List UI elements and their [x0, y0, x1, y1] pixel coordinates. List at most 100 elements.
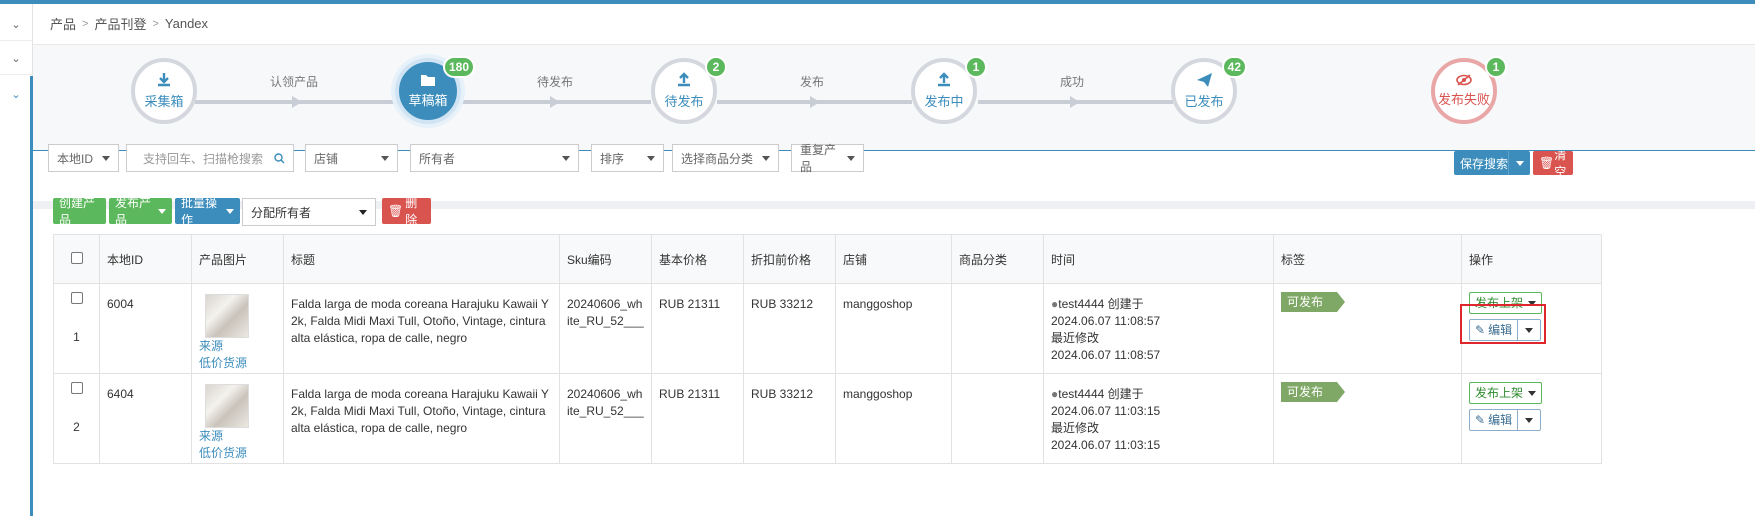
breadcrumb-item[interactable]: 产品刊登 [94, 14, 146, 33]
assign-owner-select[interactable]: 分配所有者 [242, 198, 376, 226]
select-value: 重复产品 [800, 143, 837, 174]
stage-label: 采集箱 [144, 94, 184, 109]
row-index: 2 [73, 420, 80, 434]
stage-drafts[interactable]: 草稿箱 180 [395, 56, 475, 124]
publish-product-button[interactable]: 发布产品 [109, 196, 172, 227]
title-cell: Falda larga de moda coreana Harajuku Kaw… [283, 373, 560, 464]
edit-icon: ✎ [1475, 412, 1486, 427]
modified-time: 2024.06.07 11:08:57 [1051, 348, 1161, 362]
chevron-down-icon[interactable]: ⌄ [8, 86, 24, 102]
modified-label: 最近修改 [1051, 331, 1100, 345]
breadcrumb-item: Yandex [164, 16, 209, 31]
count-badge: 1 [1485, 56, 1507, 78]
shop-select[interactable]: 店铺 [305, 144, 398, 172]
creator-text: test4444 创建于 [1058, 297, 1144, 311]
publish-listing-button[interactable]: 发布上架 [1469, 382, 1543, 404]
base-price-cell: RUB 21311 [651, 283, 744, 374]
chevron-down-icon[interactable]: ⌄ [8, 50, 24, 66]
column-header: 标题 [283, 234, 560, 284]
stage-label: 草稿箱 [408, 93, 448, 108]
trash-icon: 🗑 [1539, 156, 1555, 170]
tag-cell: 可发布 [1273, 373, 1462, 464]
category-cell [951, 283, 1044, 374]
created-time: 2024.06.07 11:03:15 [1051, 404, 1161, 418]
stage-publishing[interactable]: 发布中 1 [911, 56, 987, 124]
search-icon[interactable] [274, 153, 285, 164]
low-price-source-link[interactable]: 低价货源 [199, 355, 276, 372]
clear-button[interactable]: 🗑 清空 [1533, 151, 1573, 175]
product-table: 本地ID 产品图片 标题 Sku编码 基本价格 折扣前价格 店铺 商品分类 时间… [53, 234, 1602, 464]
row-checkbox[interactable] [70, 382, 83, 394]
category-select[interactable]: 选择商品分类 [672, 144, 779, 172]
table-header-row: 本地ID 产品图片 标题 Sku编码 基本价格 折扣前价格 店铺 商品分类 时间… [53, 234, 1602, 284]
button-label: 删除 [405, 196, 418, 227]
chevron-down-icon[interactable]: ⌄ [8, 16, 24, 32]
select-all-checkbox[interactable] [70, 251, 83, 264]
stage-publish-failed[interactable]: 发布失败 1 [1431, 56, 1507, 124]
top-accent-bar [0, 0, 1755, 4]
search-placeholder: 支持回车、扫描枪搜索 [143, 151, 264, 166]
caret-down-icon[interactable] [1508, 151, 1530, 175]
upload-icon [938, 72, 950, 87]
stage-label: 已发布 [1184, 94, 1224, 109]
arrow-right-icon [550, 96, 560, 108]
pre-discount-price-cell: RUB 33212 [743, 373, 836, 464]
row-checkbox[interactable] [70, 292, 83, 304]
button-label: 发布上架 [1475, 385, 1524, 400]
sku-cell: 20240606_white_RU_52___ [559, 283, 652, 374]
stage-collection-box[interactable]: 采集箱 [131, 58, 197, 124]
select-value: 分配所有者 [251, 205, 312, 220]
column-header: 操作 [1461, 234, 1602, 284]
caret-down-icon[interactable] [1518, 410, 1540, 430]
time-cell: ●test4444 创建于 2024.06.07 11:08:57 最近修改 2… [1043, 283, 1274, 374]
sku-cell: 20240606_white_RU_52___ [559, 373, 652, 464]
breadcrumb: 产品 > 产品刊登 > Yandex [50, 14, 208, 33]
breadcrumb-item[interactable]: 产品 [50, 14, 76, 33]
button-label: 保存搜索 [1460, 156, 1509, 171]
pipeline-transition-label: 成功 [1060, 75, 1085, 89]
duplicate-products-select[interactable]: 重复产品 [791, 143, 864, 174]
local-id-select[interactable]: 本地ID [48, 144, 119, 172]
download-icon [158, 73, 170, 87]
shop-cell: manggoshop [835, 373, 952, 464]
owner-select[interactable]: 所有者 [410, 144, 579, 172]
stage-published[interactable]: 已发布 42 [1171, 56, 1247, 124]
arrow-right-icon [292, 96, 302, 108]
local-id-cell: 6004 [99, 283, 192, 374]
image-cell: 来源 低价货源 [191, 373, 284, 464]
highlight-box [1460, 304, 1546, 344]
pre-discount-price-cell: RUB 33212 [743, 283, 836, 374]
stage-pending-publish[interactable]: 待发布 2 [651, 56, 727, 124]
category-cell [951, 373, 1044, 464]
column-header: 本地ID [99, 234, 192, 284]
product-thumbnail[interactable] [205, 294, 249, 338]
status-tag: 可发布 [1281, 382, 1346, 402]
base-price-cell: RUB 21311 [651, 373, 744, 464]
created-time: 2024.06.07 11:08:57 [1051, 314, 1161, 328]
create-product-button[interactable]: 创建产品 [53, 196, 106, 227]
source-link[interactable]: 来源 [199, 338, 276, 355]
column-header: 时间 [1043, 234, 1274, 284]
column-header: 产品图片 [191, 234, 284, 284]
save-search-button[interactable]: 保存搜索 [1454, 151, 1530, 175]
title-cell: Falda larga de moda coreana Harajuku Kaw… [283, 283, 560, 374]
select-value: 选择商品分类 [681, 151, 754, 166]
batch-operations-button[interactable]: 批量操作 [175, 196, 240, 227]
select-value: 排序 [600, 151, 625, 166]
sidebar-divider [0, 40, 32, 41]
low-price-source-link[interactable]: 低价货源 [199, 445, 276, 462]
modified-time: 2024.06.07 11:03:15 [1051, 438, 1161, 452]
sort-select[interactable]: 排序 [591, 144, 664, 172]
time-cell: ●test4444 创建于 2024.06.07 11:03:15 最近修改 2… [1043, 373, 1274, 464]
button-label: 创建产品 [59, 196, 96, 227]
edit-button[interactable]: ✎ 编辑 [1470, 410, 1519, 430]
product-thumbnail[interactable] [205, 384, 249, 428]
select-value: 店铺 [314, 151, 339, 166]
delete-button[interactable]: 🗑 删除 [382, 196, 431, 227]
arrow-right-icon [1070, 96, 1080, 108]
source-link[interactable]: 来源 [199, 428, 276, 445]
search-input[interactable]: 支持回车、扫描枪搜索 [126, 144, 294, 172]
edit-button-group[interactable]: ✎ 编辑 [1469, 409, 1542, 431]
column-header: 标签 [1273, 234, 1462, 284]
actions-cell: 发布上架 ✎ 编辑 [1461, 373, 1602, 464]
